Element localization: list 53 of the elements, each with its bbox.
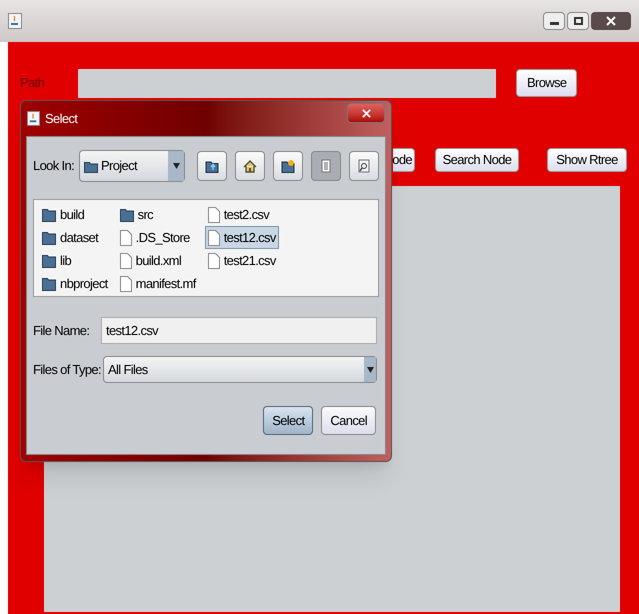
file-name-field[interactable]: test12.csv bbox=[101, 317, 377, 344]
file-list-item[interactable]: test2.csv bbox=[204, 203, 279, 226]
path-label: Path bbox=[20, 74, 46, 92]
close-icon bbox=[606, 16, 616, 26]
file-list-item[interactable]: test21.csv bbox=[204, 249, 279, 272]
file-list-item[interactable]: lib bbox=[39, 249, 111, 272]
file-list-item[interactable]: dataset bbox=[39, 226, 111, 249]
maximize-button[interactable] bbox=[567, 12, 589, 30]
file-list-item[interactable]: test12.csv bbox=[204, 226, 279, 249]
file-list-item[interactable]: .DS_Store bbox=[116, 226, 199, 249]
close-button[interactable] bbox=[591, 12, 631, 30]
close-button[interactable] bbox=[347, 103, 385, 123]
file-icon bbox=[120, 230, 132, 246]
file-icon bbox=[208, 230, 220, 246]
files-of-type-dropdown[interactable]: All Files bbox=[103, 356, 377, 383]
new-folder-button[interactable] bbox=[273, 151, 303, 181]
dialog-title: Select bbox=[45, 110, 78, 128]
up-folder-button[interactable] bbox=[197, 151, 227, 181]
files-of-type-label: Files of Type: bbox=[33, 360, 102, 379]
file-icon bbox=[120, 252, 132, 268]
browse-button[interactable]: Browse bbox=[516, 69, 578, 97]
file-icon bbox=[120, 276, 132, 292]
details-view-button[interactable] bbox=[349, 151, 379, 181]
path-field[interactable] bbox=[78, 68, 496, 98]
dropdown-caret-icon bbox=[364, 357, 376, 382]
folder-icon bbox=[42, 230, 56, 245]
look-in-dropdown[interactable]: Project bbox=[79, 150, 185, 182]
file-icon bbox=[208, 252, 220, 268]
toolbar-button[interactable]: Show Rtree bbox=[547, 148, 627, 172]
home-icon bbox=[242, 158, 258, 174]
file-list-item[interactable]: nbproject bbox=[39, 272, 111, 295]
file-name-label: File Name: bbox=[33, 322, 90, 340]
file-list-item[interactable]: manifest.mf bbox=[116, 272, 199, 295]
folder-icon bbox=[42, 276, 56, 291]
file-list-item[interactable]: build.xml bbox=[116, 249, 199, 272]
file-list-item[interactable]: src bbox=[116, 203, 199, 226]
list-view-button[interactable] bbox=[311, 151, 341, 181]
dropdown-caret-icon bbox=[168, 151, 184, 181]
close-icon bbox=[362, 108, 370, 118]
file-icon bbox=[208, 206, 220, 222]
dialog-button[interactable]: Select bbox=[263, 406, 314, 435]
folder-icon bbox=[84, 160, 98, 172]
minimize-button[interactable] bbox=[543, 12, 565, 30]
details-view-icon bbox=[356, 158, 372, 174]
folder-icon bbox=[120, 207, 134, 222]
look-in-label: Look In: bbox=[33, 157, 76, 176]
new-folder-icon bbox=[280, 158, 296, 174]
folder-icon bbox=[42, 253, 56, 268]
toolbar-button[interactable]: Search Node bbox=[435, 148, 519, 172]
home-button[interactable] bbox=[235, 151, 265, 181]
folder-icon bbox=[42, 207, 56, 222]
dialog-button[interactable]: Cancel bbox=[321, 406, 376, 435]
file-list-item[interactable]: build bbox=[39, 203, 111, 226]
